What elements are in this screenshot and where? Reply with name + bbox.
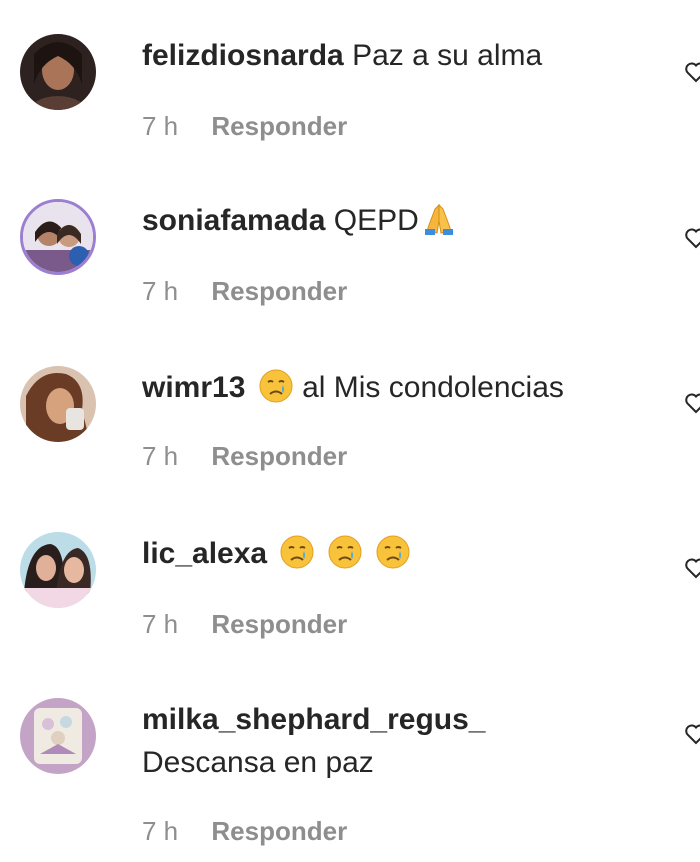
reply-button[interactable]: Responder: [211, 276, 347, 306]
like-heart-icon[interactable]: [684, 226, 700, 250]
crying-face-emoji: [280, 535, 314, 569]
avatar-image: [20, 532, 96, 608]
comment-text: Descansa en paz: [142, 746, 374, 779]
comment-body: wimr13 al Mis condolencias: [142, 369, 564, 407]
comment-time[interactable]: 7 h: [142, 111, 178, 141]
avatar-image: [23, 202, 93, 272]
comment-username[interactable]: milka_shephard_regus_: [142, 703, 486, 736]
comment-meta: 7 h Responder: [142, 816, 347, 846]
avatar[interactable]: [20, 366, 96, 442]
comment-body: felizdiosnarda Paz a su alma: [142, 37, 542, 75]
avatar[interactable]: [20, 34, 96, 110]
comment-body-continued: Descansa en paz: [142, 744, 374, 782]
folded-hands-emoji: [424, 203, 453, 236]
avatar-image: [20, 698, 96, 774]
avatar-image: [20, 34, 96, 110]
comment-meta: 7 h Responder: [142, 111, 347, 141]
like-heart-icon[interactable]: [684, 391, 700, 415]
like-heart-icon[interactable]: [684, 556, 700, 580]
reply-button[interactable]: Responder: [211, 816, 347, 846]
comment-time[interactable]: 7 h: [142, 276, 178, 306]
comment-text: al Mis condolencias: [302, 371, 564, 404]
comment-username[interactable]: felizdiosnarda: [142, 39, 344, 72]
comment-body: soniafamada QEPD: [142, 202, 457, 240]
comment-text: Paz a su alma: [352, 39, 543, 72]
reply-button[interactable]: Responder: [211, 441, 347, 471]
comment-meta: 7 h Responder: [142, 609, 347, 639]
comment-username[interactable]: wimr13: [142, 371, 245, 404]
avatar-image: [20, 366, 96, 442]
crying-face-emoji: [376, 535, 410, 569]
comment-text: QEPD: [333, 204, 419, 237]
comment-time[interactable]: 7 h: [142, 609, 178, 639]
crying-face-emoji: [259, 369, 293, 403]
comment-body: lic_alexa: [142, 535, 411, 573]
avatar[interactable]: [20, 532, 96, 608]
comment-meta: 7 h Responder: [142, 441, 347, 471]
comment-username[interactable]: lic_alexa: [142, 537, 267, 570]
avatar[interactable]: [20, 698, 96, 774]
comment-meta: 7 h Responder: [142, 276, 347, 306]
like-heart-icon[interactable]: [684, 722, 700, 746]
comment-time[interactable]: 7 h: [142, 441, 178, 471]
like-heart-icon[interactable]: [684, 60, 700, 84]
comment-username[interactable]: soniafamada: [142, 204, 325, 237]
comment-time[interactable]: 7 h: [142, 816, 178, 846]
reply-button[interactable]: Responder: [211, 111, 347, 141]
avatar[interactable]: [20, 199, 96, 275]
reply-button[interactable]: Responder: [211, 609, 347, 639]
crying-face-emoji: [328, 535, 362, 569]
comment-body: milka_shephard_regus_: [142, 701, 486, 739]
